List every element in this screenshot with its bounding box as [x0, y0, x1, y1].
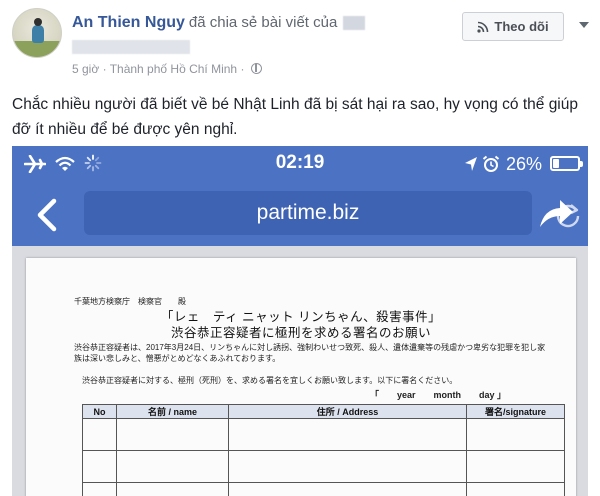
document-title-line2: 渋谷恭正容疑者に極刑を求める署名のお願い — [170, 326, 431, 340]
post-image[interactable]: 02:19 26% partime.biz 千葉地方検察庁 検察官 殿 「レェ … — [12, 146, 588, 496]
avatar-figure — [32, 18, 44, 43]
table-cell — [228, 450, 467, 483]
table-cell — [466, 418, 565, 451]
table-row — [82, 418, 565, 451]
avatar-grass — [13, 41, 61, 57]
document-request: 渋谷恭正容疑者に対する、極刑（死刑）を、求める署名を宜しくお願い致します。以下に… — [82, 376, 458, 385]
table-cell — [466, 450, 565, 483]
follow-button-label: Theo dõi — [494, 19, 549, 34]
post-location-link[interactable]: Thành phố Hồ Chí Minh — [110, 62, 237, 76]
phone-status-bar: 02:19 26% — [12, 146, 588, 182]
meta-dot: · — [240, 62, 245, 76]
table-row — [82, 482, 565, 496]
address-bar[interactable]: partime.biz — [84, 191, 580, 235]
table-cell — [82, 450, 117, 483]
post-options-button[interactable] — [574, 15, 594, 35]
share-arrow-icon[interactable] — [538, 197, 574, 231]
author-avatar[interactable] — [12, 8, 62, 58]
post-body-text: Chắc nhiều người đã biết về bé Nhật Linh… — [12, 96, 578, 138]
column-header-no: No — [82, 404, 117, 419]
table-row — [82, 450, 565, 483]
table-cell — [82, 418, 117, 451]
table-cell — [116, 482, 229, 496]
shared-post-text: đã chia sẻ bài viết của — [188, 14, 338, 31]
follow-button[interactable]: Theo dõi — [462, 12, 564, 41]
table-cell — [82, 482, 117, 496]
author-name-link[interactable]: An Thien Nguy — [72, 14, 185, 31]
column-header-signature: 署名/signature — [466, 404, 565, 419]
table-header-row: No 名前 / name 住所 / Address 署名/signature — [82, 404, 565, 419]
blurred-shared-source[interactable] — [343, 16, 366, 31]
blurred-secondary-line — [72, 40, 190, 54]
document-body: 渋谷恭正容疑者は、2017年3月24日、リンちゃんに対し誘拐、強制わいせつ致死、… — [74, 343, 546, 363]
chevron-down-icon — [579, 22, 589, 28]
signature-table: No 名前 / name 住所 / Address 署名/signature — [82, 404, 565, 496]
table-cell — [228, 418, 467, 451]
table-cell — [116, 418, 229, 451]
address-bar-url: partime.biz — [256, 201, 360, 224]
back-arrow-icon[interactable] — [34, 198, 60, 232]
author-line: An Thien Nguy đã chia sẻ bài viết của — [72, 14, 366, 32]
table-cell — [116, 450, 229, 483]
alarm-clock-icon — [482, 155, 500, 172]
battery-level-fill — [553, 159, 559, 168]
column-header-name: 名前 / name — [116, 404, 229, 419]
meta-separator: · — [102, 62, 107, 76]
browser-nav-bar: partime.biz — [12, 182, 588, 246]
globe-icon[interactable] — [250, 63, 262, 74]
document-date-line: 「 year month day 」 — [370, 390, 507, 400]
column-header-address: 住所 / Address — [228, 404, 467, 419]
web-page-content: 千葉地方検察庁 検察官 殿 「レェ ティ ニャット リンちゃん、殺害事件」 渋谷… — [12, 246, 588, 496]
rss-icon — [477, 21, 489, 33]
phone-clock: 02:19 — [275, 152, 325, 173]
post-meta: 5 giờ · Thành phố Hồ Chí Minh · — [72, 62, 262, 76]
table-cell — [228, 482, 467, 496]
battery-percentage: 26% — [506, 154, 543, 174]
battery-icon — [550, 156, 583, 171]
petition-document: 千葉地方検察庁 検察官 殿 「レェ ティ ニャット リンちゃん、殺害事件」 渋谷… — [26, 258, 576, 496]
post-time-link[interactable]: 5 giờ — [72, 62, 99, 76]
location-arrow-icon — [465, 157, 477, 171]
table-cell — [466, 482, 565, 496]
